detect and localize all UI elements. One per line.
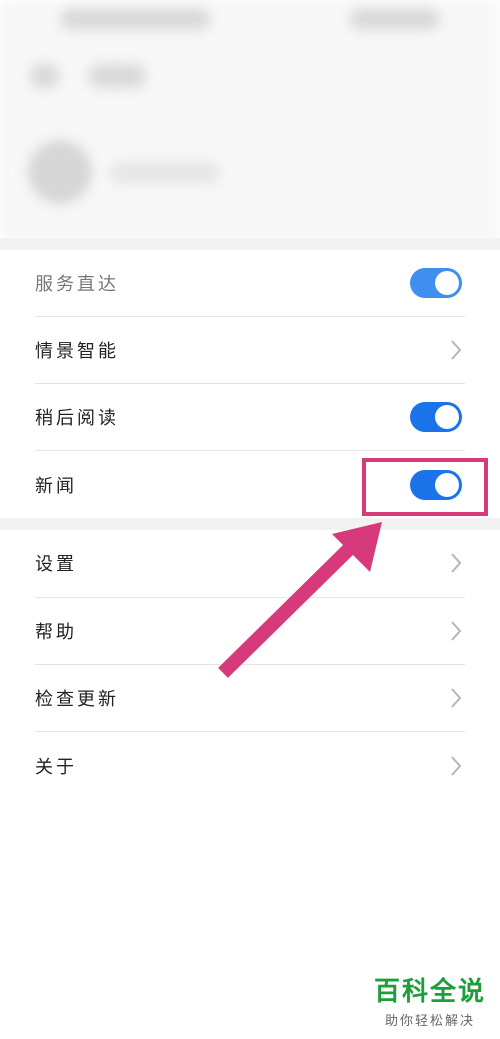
annotation-arrow-icon: [218, 522, 382, 678]
watermark-title: 百科全说: [373, 977, 486, 1007]
watermark: 百科全说 助你轻松解决: [374, 971, 486, 1029]
watermark-subtitle: 助你轻松解决: [384, 1014, 475, 1029]
